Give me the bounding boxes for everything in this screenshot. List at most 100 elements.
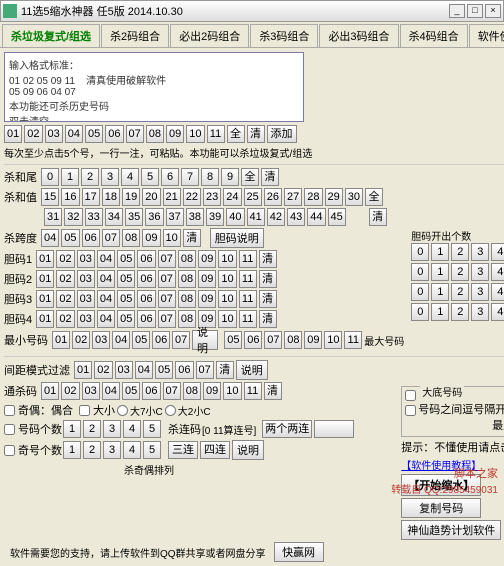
zm1-10[interactable]: 10 [218, 250, 236, 268]
cnt1-4[interactable]: 4 [491, 263, 504, 281]
mn-07[interactable]: 07 [172, 331, 190, 349]
cnt3-4[interactable]: 4 [491, 303, 504, 321]
ts-03[interactable]: 03 [82, 382, 100, 400]
num-10[interactable]: 10 [186, 125, 204, 143]
hw-8[interactable]: 8 [201, 168, 219, 186]
silian-btn[interactable]: 四连 [200, 441, 230, 459]
ts-08[interactable]: 08 [183, 382, 201, 400]
zm1-09[interactable]: 09 [198, 250, 216, 268]
copy-button[interactable]: 复制号码 [401, 498, 481, 518]
cnt2-3[interactable]: 3 [471, 283, 489, 301]
hz-35[interactable]: 35 [125, 208, 143, 226]
ts-11[interactable]: 11 [244, 382, 262, 400]
cnt0-3[interactable]: 3 [471, 243, 489, 261]
zm3-09[interactable]: 09 [198, 290, 216, 308]
jj-03[interactable]: 03 [115, 361, 133, 379]
mn-01[interactable]: 01 [52, 331, 70, 349]
zm1-06[interactable]: 06 [137, 250, 155, 268]
jj-06[interactable]: 06 [175, 361, 193, 379]
mn-06[interactable]: 06 [152, 331, 170, 349]
zm4-10[interactable]: 10 [218, 310, 236, 328]
jj-02[interactable]: 02 [94, 361, 112, 379]
jg-1[interactable]: 1 [63, 441, 81, 459]
jj-05[interactable]: 05 [155, 361, 173, 379]
hw-9[interactable]: 9 [221, 168, 239, 186]
zm4-02[interactable]: 02 [56, 310, 74, 328]
mn-04[interactable]: 04 [112, 331, 130, 349]
gs-4[interactable]: 4 [123, 420, 141, 438]
zm3-07[interactable]: 07 [158, 290, 176, 308]
mn-02[interactable]: 02 [72, 331, 90, 349]
num-09[interactable]: 09 [166, 125, 184, 143]
mx-05[interactable]: 05 [224, 331, 242, 349]
ts-01[interactable]: 01 [41, 382, 59, 400]
hw-3[interactable]: 3 [101, 168, 119, 186]
zm3-11[interactable]: 11 [239, 290, 257, 308]
hz-19[interactable]: 19 [122, 188, 140, 206]
num-08[interactable]: 08 [146, 125, 164, 143]
hz-20[interactable]: 20 [142, 188, 160, 206]
num-02[interactable]: 02 [24, 125, 42, 143]
hz-25[interactable]: 25 [244, 188, 262, 206]
cnt0-4[interactable]: 4 [491, 243, 504, 261]
lianglian-btn[interactable]: 两个两连 [262, 420, 312, 438]
zm4-clear[interactable]: 清 [259, 310, 277, 328]
minimize-button[interactable]: _ [449, 4, 465, 18]
zm1-clear[interactable]: 清 [259, 250, 277, 268]
zm2-08[interactable]: 08 [178, 270, 196, 288]
jg-3[interactable]: 3 [103, 441, 121, 459]
num-03[interactable]: 03 [45, 125, 63, 143]
zm2-04[interactable]: 04 [97, 270, 115, 288]
hw-7[interactable]: 7 [181, 168, 199, 186]
zm4-07[interactable]: 07 [158, 310, 176, 328]
tab-5[interactable]: 杀4码组合 [400, 24, 468, 47]
ts-02[interactable]: 02 [61, 382, 79, 400]
hw-2[interactable]: 2 [81, 168, 99, 186]
num-07[interactable]: 07 [126, 125, 144, 143]
zm2-10[interactable]: 10 [218, 270, 236, 288]
hz-23[interactable]: 23 [203, 188, 221, 206]
hz-22[interactable]: 22 [183, 188, 201, 206]
add-button[interactable]: 添加 [267, 125, 297, 143]
hz-16[interactable]: 16 [61, 188, 79, 206]
mx-10[interactable]: 10 [324, 331, 342, 349]
cnt3-1[interactable]: 1 [431, 303, 449, 321]
cnt2-4[interactable]: 4 [491, 283, 504, 301]
kd-10[interactable]: 10 [163, 229, 181, 247]
num-06[interactable]: 06 [105, 125, 123, 143]
hz-clear[interactable]: 清 [369, 208, 387, 226]
jg-5[interactable]: 5 [143, 441, 161, 459]
jiougeshu-check[interactable] [4, 445, 15, 456]
zm4-08[interactable]: 08 [178, 310, 196, 328]
zm4-05[interactable]: 05 [117, 310, 135, 328]
zm4-04[interactable]: 04 [97, 310, 115, 328]
kd-09[interactable]: 09 [142, 229, 160, 247]
jj-04[interactable]: 04 [135, 361, 153, 379]
haomageshu-check[interactable] [4, 424, 15, 435]
input-textarea[interactable] [4, 52, 304, 122]
kd-04[interactable]: 04 [41, 229, 59, 247]
zm1-11[interactable]: 11 [239, 250, 257, 268]
hw-all[interactable]: 全 [241, 168, 259, 186]
num-05[interactable]: 05 [85, 125, 103, 143]
jg-2[interactable]: 2 [83, 441, 101, 459]
zm3-01[interactable]: 01 [36, 290, 54, 308]
zm3-04[interactable]: 04 [97, 290, 115, 308]
jj-clear[interactable]: 清 [216, 361, 234, 379]
kd-clear[interactable]: 清 [183, 229, 201, 247]
mn-03[interactable]: 03 [92, 331, 110, 349]
ts-04[interactable]: 04 [102, 382, 120, 400]
zm3-10[interactable]: 10 [218, 290, 236, 308]
mn-help[interactable]: 说明 [192, 330, 218, 350]
jj-help[interactable]: 说明 [236, 360, 268, 380]
gs-3[interactable]: 3 [103, 420, 121, 438]
hz-43[interactable]: 43 [287, 208, 305, 226]
hz-36[interactable]: 36 [145, 208, 163, 226]
ts-clear[interactable]: 清 [264, 382, 282, 400]
hz-45[interactable]: 45 [328, 208, 346, 226]
ts-09[interactable]: 09 [203, 382, 221, 400]
gs-1[interactable]: 1 [63, 420, 81, 438]
hz-31[interactable]: 31 [44, 208, 62, 226]
maximize-button[interactable]: □ [467, 4, 483, 18]
ts-10[interactable]: 10 [223, 382, 241, 400]
